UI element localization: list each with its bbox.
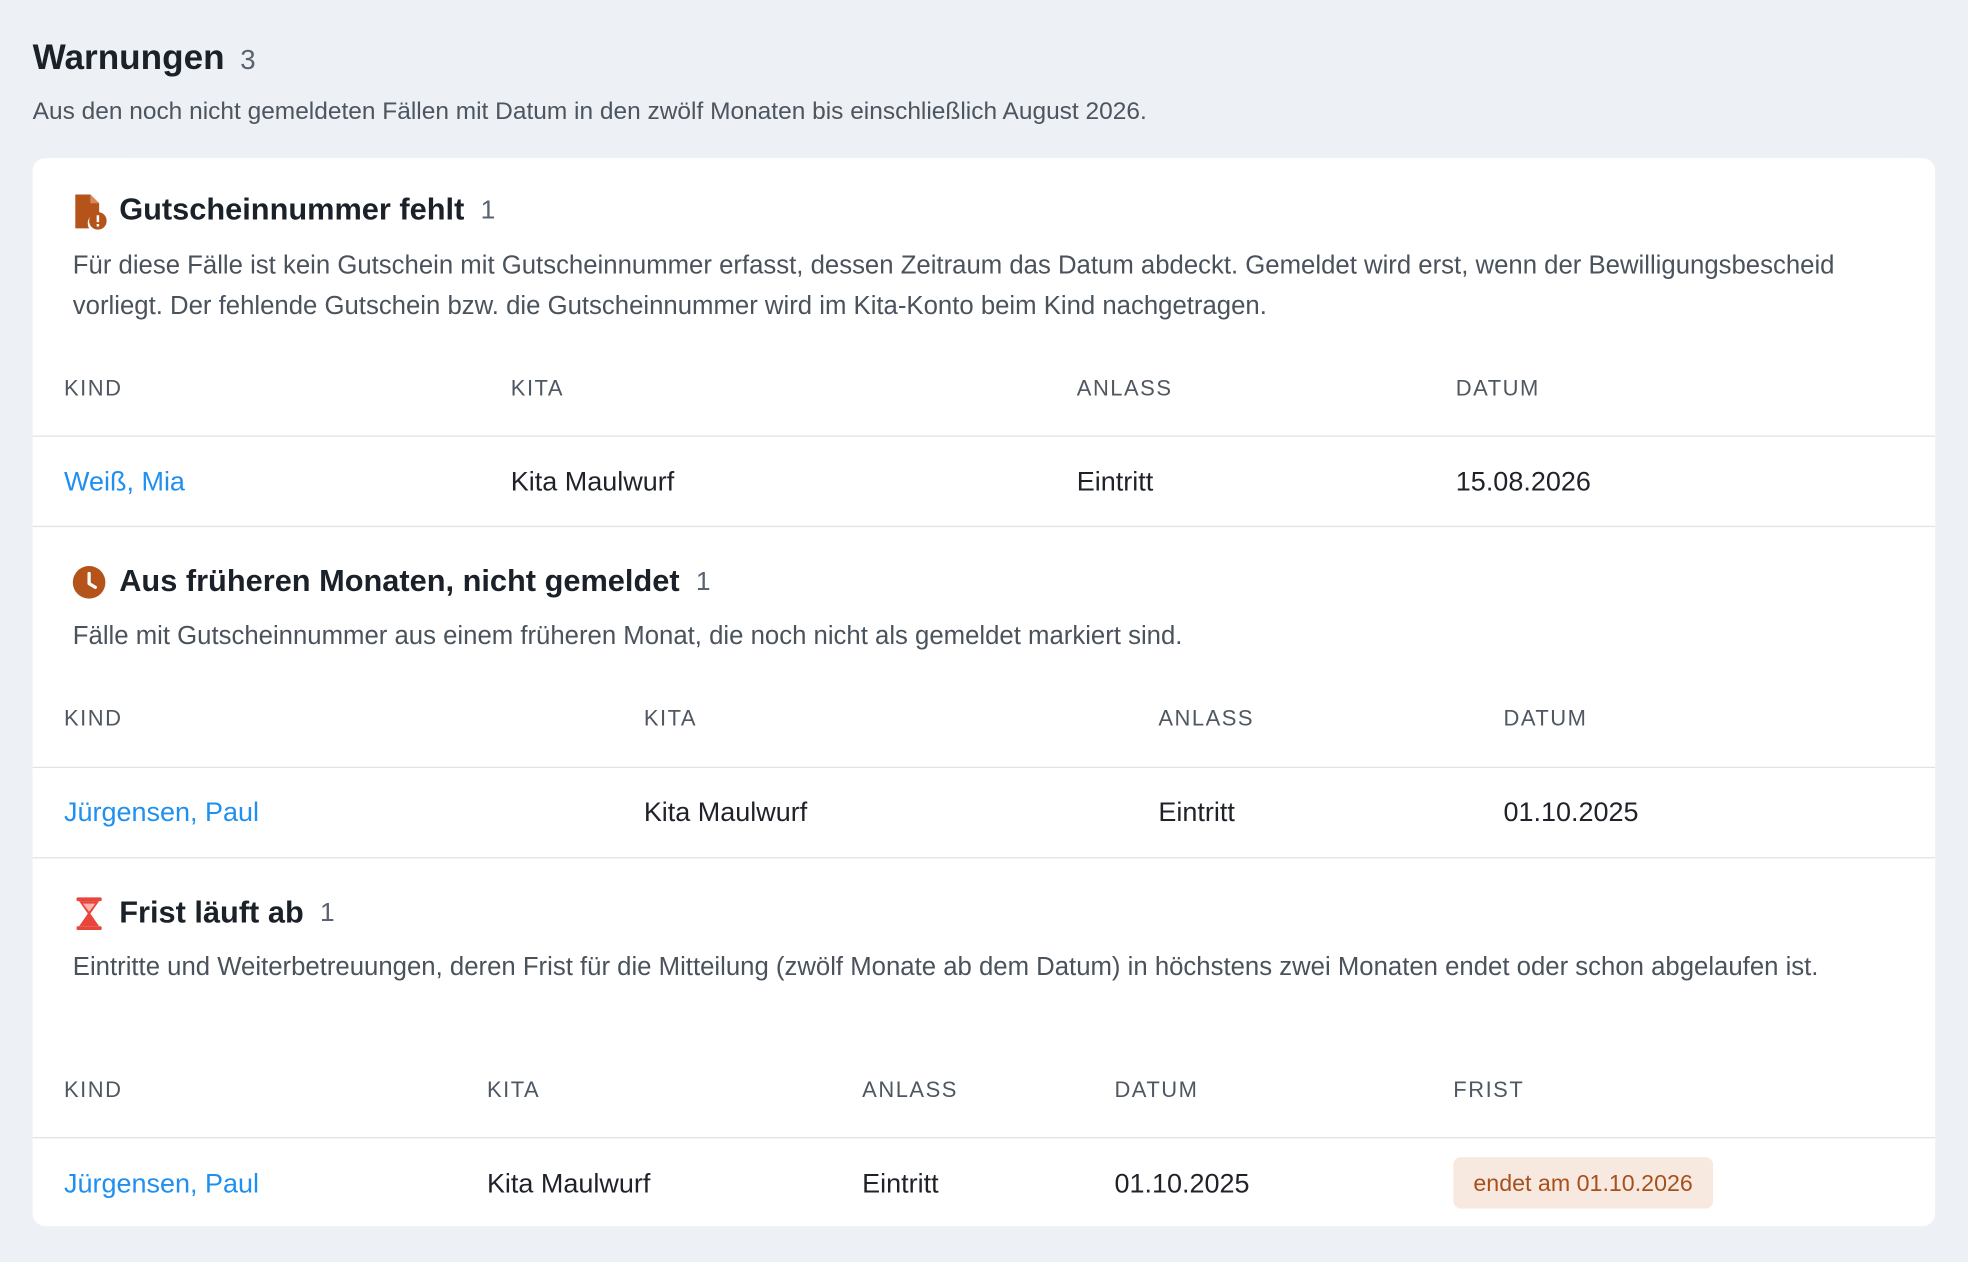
column-header-kind: KIND: [64, 705, 123, 731]
column-header-kita: KITA: [486, 1076, 541, 1102]
anlass-cell: Eintritt: [862, 1168, 939, 1199]
section-count: 1: [320, 898, 335, 928]
column-header-anlass: ANLASS: [1076, 375, 1173, 401]
section-header: Gutscheinnummer fehlt 1: [72, 193, 496, 230]
section-title: Gutscheinnummer fehlt: [119, 193, 465, 228]
child-link[interactable]: Jürgensen, Paul: [64, 1168, 259, 1199]
column-header-kind: KIND: [64, 375, 123, 401]
section-title: Aus früheren Monaten, nicht gemeldet: [119, 564, 680, 599]
section-gutscheinnummer-fehlt: Gutscheinnummer fehlt 1 Für diese Fälle …: [32, 158, 1936, 528]
section-frist-laeuft-ab: Frist läuft ab 1 Eintritte und Weiterbet…: [32, 858, 1936, 1226]
warnings-page: Warnungen 3 Aus den noch nicht gemeldete…: [0, 0, 1968, 1261]
column-header-kind: KIND: [64, 1076, 123, 1102]
section-fruehere-monate: Aus früheren Monaten, nicht gemeldet 1 F…: [32, 527, 1936, 859]
kita-cell: Kita Maulwurf: [510, 466, 675, 497]
hourglass-icon: [72, 896, 107, 931]
datum-cell: 01.10.2025: [1114, 1168, 1250, 1199]
section-count: 1: [480, 195, 496, 225]
section-count: 1: [695, 567, 711, 597]
frist-badge: endet am 01.10.2026: [1453, 1157, 1713, 1209]
warnings-card: Gutscheinnummer fehlt 1 Für diese Fälle …: [32, 158, 1936, 1227]
kita-cell: Kita Maulwurf: [486, 1168, 651, 1199]
datum-cell: 01.10.2025: [1503, 796, 1639, 828]
column-header-anlass: ANLASS: [862, 1076, 958, 1102]
column-header-kita: KITA: [643, 705, 698, 731]
divider: [32, 766, 1936, 769]
section-title: Frist läuft ab: [119, 896, 304, 930]
kita-cell: Kita Maulwurf: [643, 796, 808, 828]
page-header: Warnungen 3: [33, 38, 256, 78]
column-header-datum: DATUM: [1455, 375, 1540, 401]
child-link[interactable]: Jürgensen, Paul: [64, 797, 259, 828]
document-warning-icon: [72, 193, 107, 230]
section-description: Eintritte und Weiterbetreuungen, deren F…: [72, 952, 1819, 982]
anlass-cell: Eintritt: [1076, 466, 1154, 497]
clock-icon: [72, 565, 107, 600]
page-subtitle: Aus den noch nicht gemeldeten Fällen mit…: [32, 97, 1147, 126]
column-header-anlass: ANLASS: [1158, 705, 1255, 731]
section-description: Für diese Fälle ist kein Gutschein mit G…: [72, 251, 1835, 321]
section-description: Fälle mit Gutscheinnummer aus einem früh…: [72, 621, 1183, 651]
column-header-kita: KITA: [510, 375, 565, 401]
section-header: Aus früheren Monaten, nicht gemeldet 1: [72, 565, 711, 600]
divider: [32, 435, 1936, 437]
column-header-frist: FRIST: [1453, 1076, 1525, 1102]
page-title: Warnungen: [32, 37, 225, 77]
child-link[interactable]: Weiß, Mia: [64, 467, 185, 498]
datum-cell: 15.08.2026: [1455, 466, 1591, 497]
column-header-datum: DATUM: [1114, 1076, 1199, 1102]
divider: [32, 1137, 1936, 1139]
section-header: Frist läuft ab 1: [72, 896, 335, 931]
anlass-cell: Eintritt: [1158, 796, 1235, 828]
page-count: 3: [240, 43, 256, 76]
column-header-datum: DATUM: [1503, 705, 1588, 731]
